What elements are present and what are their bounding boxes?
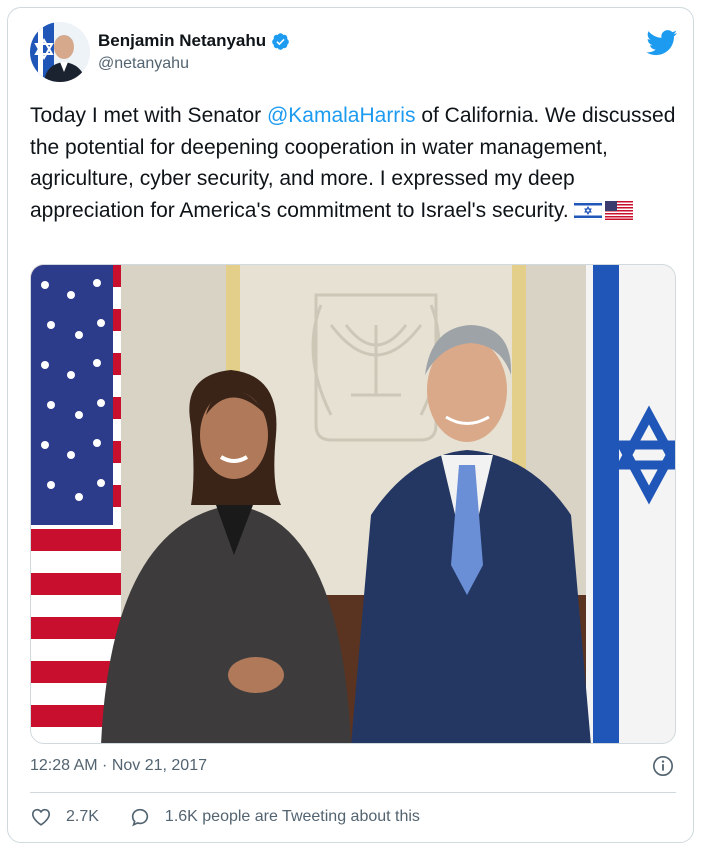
tweet-card: Benjamin Netanyahu @netanyahu Today I me…	[7, 7, 694, 843]
author-display-name[interactable]: Benjamin Netanyahu	[98, 31, 266, 51]
like-button[interactable]: 2.7K	[30, 806, 99, 828]
tweet-text-start: Today I met with Senator	[30, 104, 267, 127]
mention-link[interactable]: @KamalaHarris	[267, 104, 416, 127]
avatar-image	[30, 22, 90, 82]
tweet-actions: 2.7K 1.6K people are Tweeting about this	[30, 806, 420, 828]
us-flag-icon	[605, 200, 634, 220]
like-count: 2.7K	[66, 808, 99, 825]
tweet-timestamp[interactable]: 12:28 AM · Nov 21, 2017	[30, 757, 207, 775]
avatar[interactable]	[30, 22, 90, 82]
israel-flag-icon	[574, 200, 603, 220]
conversation-text: 1.6K people are Tweeting about this	[164, 808, 420, 825]
conversation-button[interactable]: 1.6K people are Tweeting about this	[129, 806, 420, 828]
speech-bubble-icon	[131, 808, 149, 827]
verified-badge-icon	[272, 32, 289, 50]
twitter-bird-icon[interactable]	[646, 30, 678, 56]
heart-icon	[31, 808, 51, 826]
tweet-photo[interactable]	[30, 264, 676, 744]
tweet-text: Today I met with Senator @KamalaHarris o…	[30, 100, 680, 226]
photo-image	[31, 265, 675, 743]
info-icon[interactable]	[652, 755, 674, 777]
divider	[30, 792, 676, 793]
author-handle[interactable]: @netanyahu	[98, 55, 189, 73]
